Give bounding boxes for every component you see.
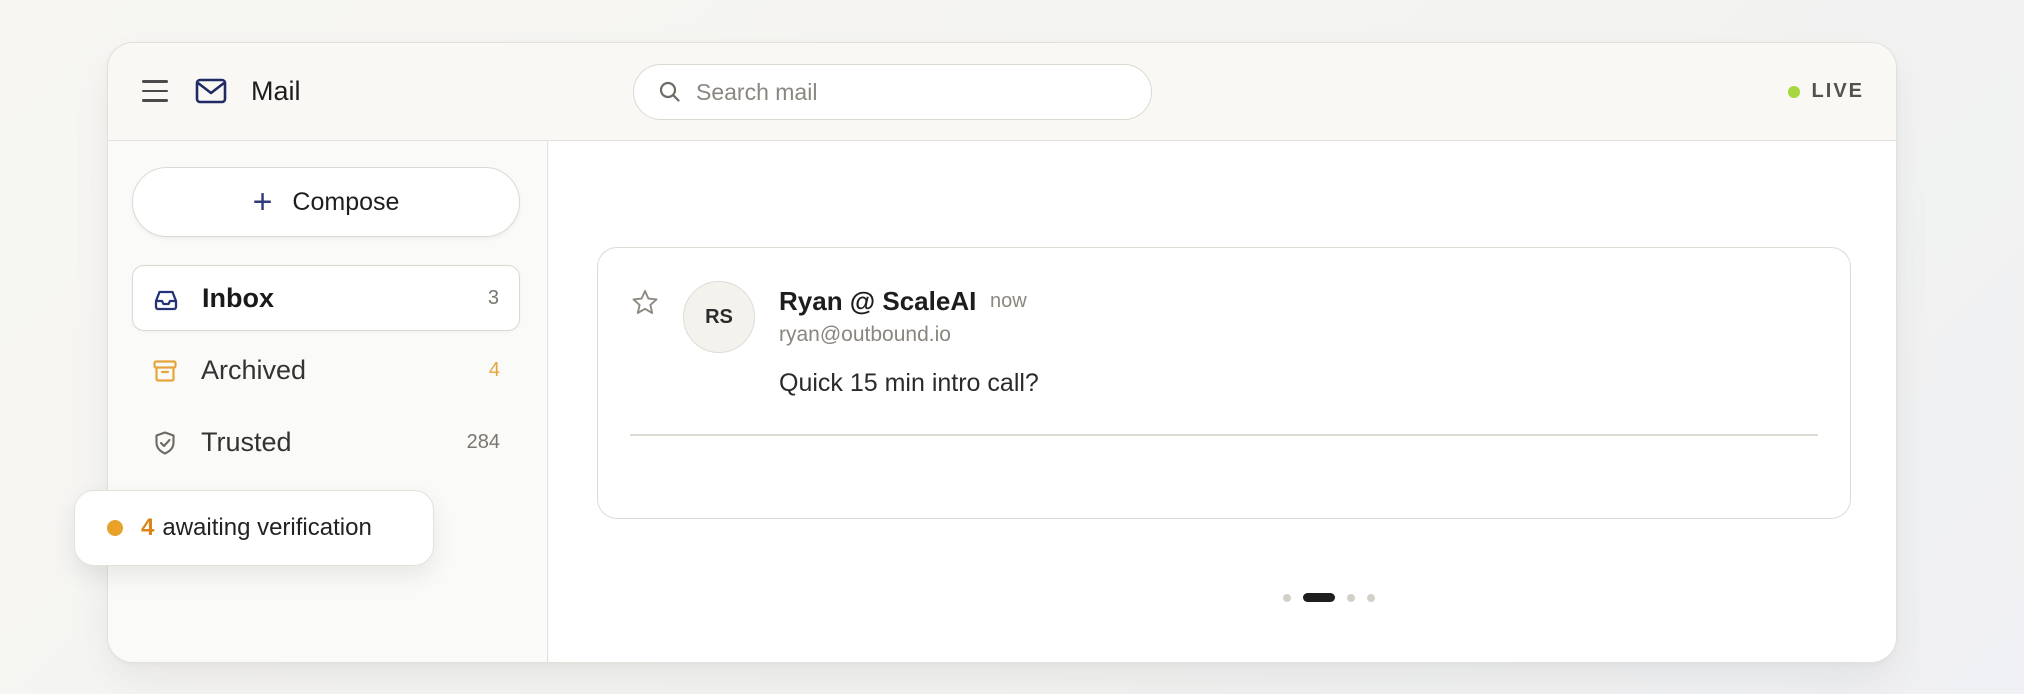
live-status: LIVE <box>1787 80 1864 103</box>
sidebar-item-count: 284 <box>466 430 500 453</box>
warning-dot-icon <box>107 520 123 536</box>
search-input[interactable] <box>696 75 1126 109</box>
app-header: Mail LIVE <box>108 43 1896 141</box>
message-subject: Quick 15 min intro call? <box>779 369 1039 397</box>
shield-check-icon <box>155 431 175 455</box>
sidebar-item-count: 3 <box>487 286 499 309</box>
verification-toast[interactable]: 4 awaiting verification <box>74 490 434 566</box>
sidebar-item-archived[interactable]: Archived 4 <box>132 337 520 403</box>
message-card[interactable]: RS Ryan @ ScaleAI now ryan@outbound.io Q… <box>597 247 1851 519</box>
compose-label: Compose <box>292 187 400 216</box>
message-time: now <box>990 290 1027 312</box>
pager-dot[interactable] <box>1283 593 1291 602</box>
search-icon <box>659 81 680 102</box>
live-status-dot <box>1787 85 1800 98</box>
avatar: RS <box>683 281 755 353</box>
toast-text: awaiting verification <box>162 514 372 541</box>
compose-button[interactable]: + Compose <box>132 167 520 237</box>
sidebar-item-trusted[interactable]: Trusted 284 <box>132 409 520 475</box>
pager-dot[interactable] <box>1367 593 1375 602</box>
divider <box>630 434 1818 436</box>
pager-dot[interactable] <box>1347 593 1355 602</box>
message-pane: RS Ryan @ ScaleAI now ryan@outbound.io Q… <box>549 141 1896 662</box>
sidebar: + Compose Inbox 3 Archived 4 Trusted 284 <box>108 141 548 662</box>
sidebar-item-label: Inbox <box>202 282 274 313</box>
sidebar-item-count: 4 <box>488 358 500 381</box>
app-title: Mail <box>251 76 301 106</box>
mail-icon <box>195 78 227 104</box>
star-icon[interactable] <box>630 288 660 318</box>
pager-dot-active[interactable] <box>1303 593 1335 602</box>
archive-icon <box>153 360 177 382</box>
sidebar-item-label: Trusted <box>201 426 292 457</box>
plus-icon: + <box>252 183 273 221</box>
live-status-label: LIVE <box>1811 80 1864 102</box>
sender-email: ryan@outbound.io <box>779 323 951 346</box>
sidebar-item-label: Archived <box>201 354 307 385</box>
pagination-dots <box>1283 593 1387 602</box>
inbox-icon <box>154 290 178 311</box>
search-bar[interactable] <box>633 64 1152 120</box>
mail-window: Mail LIVE + Compose Inbox 3 <box>107 42 1897 663</box>
sender-name: Ryan @ ScaleAI <box>779 286 977 316</box>
toast-count: 4 <box>141 514 155 541</box>
sidebar-item-inbox[interactable]: Inbox 3 <box>132 265 520 331</box>
menu-icon[interactable] <box>142 80 168 104</box>
